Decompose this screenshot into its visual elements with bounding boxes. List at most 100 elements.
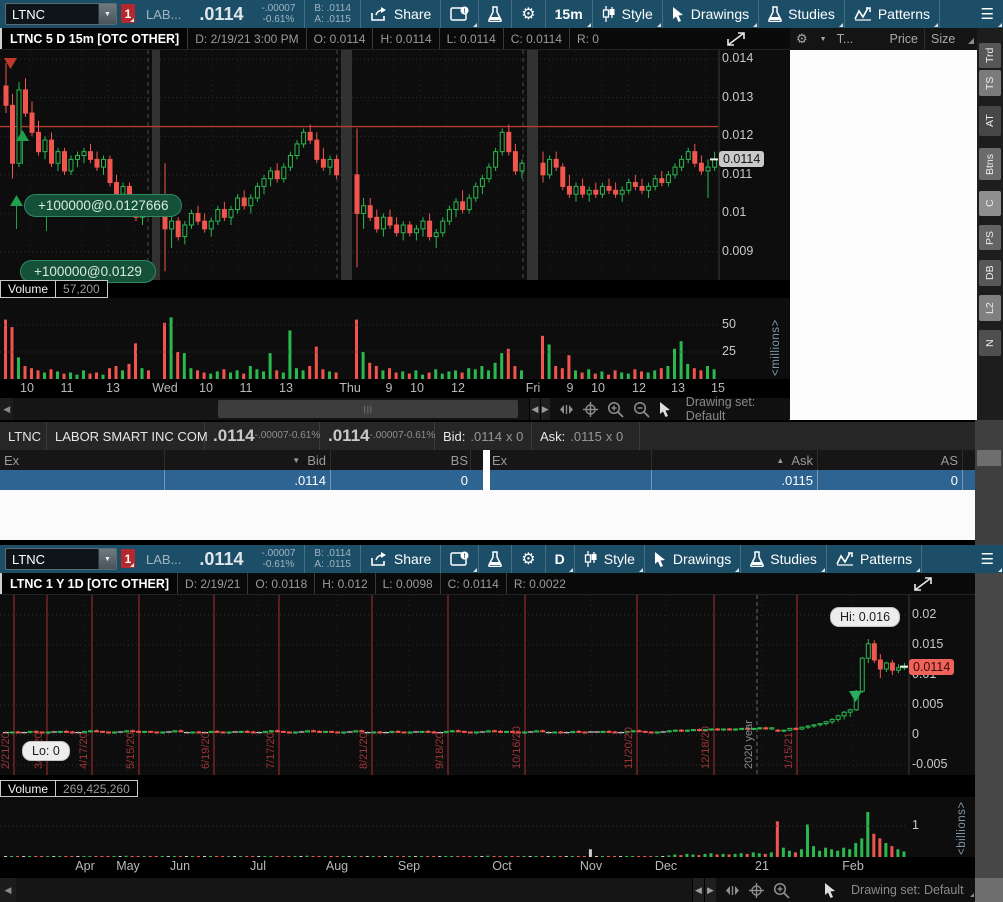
zoom-in-icon-2[interactable] (773, 882, 790, 899)
chart2-expand-icon[interactable] (913, 576, 933, 592)
style-button[interactable]: Style (593, 0, 662, 28)
candle-body (558, 731, 564, 734)
side-tab-n[interactable]: N (979, 330, 1001, 356)
symbol-value[interactable]: LTNC (6, 7, 98, 22)
chart1-scrollbar-thumb[interactable]: ||| (218, 400, 519, 418)
volume-bar (513, 366, 517, 379)
col-size-header[interactable]: Size (925, 32, 977, 46)
symbol-value-2[interactable]: LTNC (6, 552, 98, 567)
chart-menu-button-2[interactable]: ☰ (972, 545, 1003, 573)
timeframe-button[interactable]: 15m (546, 0, 592, 28)
side-tab-c[interactable]: C (979, 191, 1001, 216)
candle-body (281, 166, 287, 180)
col-bs[interactable]: BS (330, 450, 468, 470)
share-button-2[interactable]: Share (361, 545, 440, 573)
volume-bar (368, 362, 372, 379)
volume-bar (633, 369, 637, 379)
candle-body (334, 158, 340, 176)
chart1-scroll-left-arrow[interactable]: ◀ (0, 398, 14, 420)
alert-badge-2[interactable]: 1 (121, 549, 135, 568)
col-ex-right[interactable]: Ex (492, 450, 507, 470)
candle-body (335, 731, 341, 734)
drawings-button-2[interactable]: Drawings (645, 545, 740, 573)
patterns-button[interactable]: Patterns (845, 0, 939, 28)
col-price-header[interactable]: Price (890, 32, 924, 46)
side-tab-ts[interactable]: TS (979, 70, 1001, 96)
side-tab-l2[interactable]: L2 (979, 295, 1001, 321)
chart1-volume-canvas[interactable] (0, 298, 790, 379)
chart2-volume-area[interactable]: 1 (0, 797, 975, 857)
alert-badge[interactable]: 1 (121, 4, 135, 23)
symbol-input-2[interactable]: LTNC ▼ (5, 548, 117, 570)
chart2-scroll-step-right[interactable]: ▶ (704, 878, 716, 902)
style-button-2[interactable]: Style (575, 545, 644, 573)
side-tab-trd[interactable]: Trd (979, 43, 1001, 68)
timeframe-button-2[interactable]: D (546, 545, 574, 573)
pointer-tool-icon-2[interactable] (824, 882, 837, 898)
times-sales-body[interactable] (790, 50, 977, 420)
notes-button-2[interactable]: ! (441, 545, 478, 573)
symbol-dropdown-arrow-2[interactable]: ▼ (98, 549, 116, 569)
chart1-scrollbar-track[interactable]: ||| (13, 398, 530, 420)
chart1-expand-icon[interactable] (726, 31, 746, 47)
ask-value: A: .0115 (314, 14, 351, 25)
crosshair-icon[interactable] (582, 401, 598, 417)
analyze-button-2[interactable] (479, 545, 511, 573)
candle-body (15, 731, 21, 734)
zoom-out-icon[interactable] (633, 401, 650, 418)
studies-button-2[interactable]: Studies (741, 545, 826, 573)
chart2-volume-canvas[interactable] (0, 797, 975, 857)
analyze-button[interactable] (479, 0, 511, 28)
chart1-volume-area[interactable]: 50 25 (0, 298, 790, 379)
symbol-dropdown-arrow[interactable]: ▼ (98, 4, 116, 24)
volume-bar (467, 368, 471, 379)
studies-flask-icon (768, 6, 783, 22)
notes-button[interactable]: ! (441, 0, 478, 28)
volume-bar (134, 343, 137, 379)
symbol-input[interactable]: LTNC ▼ (5, 3, 117, 25)
col-as[interactable]: AS (817, 450, 958, 470)
zoom-in-icon[interactable] (607, 401, 624, 418)
chart-menu-button[interactable]: ☰ (972, 0, 1003, 28)
studies-button[interactable]: Studies (759, 0, 844, 28)
chart2-scroll-left-arrow[interactable]: ◀ (0, 878, 16, 902)
bottom-right-resize-box[interactable] (975, 878, 1003, 902)
side-tab-db[interactable]: DB (979, 260, 1001, 286)
side-tab-ps[interactable]: PS (979, 225, 1001, 250)
volume-bar (878, 838, 882, 857)
candle-body (274, 730, 280, 733)
col-bid[interactable]: ▼ Bid (164, 450, 326, 470)
chart1-candlestick-canvas[interactable] (0, 50, 790, 280)
pointer-tool-icon[interactable] (659, 401, 672, 417)
settings-button[interactable]: ⚙ (512, 0, 544, 28)
share-button[interactable]: Share (361, 0, 440, 28)
col-ex-left[interactable]: Ex (4, 450, 19, 470)
pan-icon[interactable] (559, 404, 574, 415)
panel-gear-icon[interactable]: ⚙ (790, 31, 814, 47)
chart2-drawing-set[interactable]: Drawing set: Default (851, 883, 974, 897)
candle-body (632, 182, 638, 187)
candle-body (473, 185, 479, 199)
volume-bar (500, 353, 504, 379)
chart1-scroll-step-right[interactable]: ▶ (539, 398, 550, 420)
panel-dropdown-icon[interactable]: ▼ (814, 36, 833, 43)
chart2-price-area[interactable]: 0.02 0.015 0.01 0.005 0 -0.005 2/21/20 3/20/20 4… (0, 595, 975, 775)
crosshair-icon-2[interactable] (749, 882, 764, 898)
chart1-scroll-step-left[interactable]: ◀ (529, 398, 540, 420)
chart1-price-area[interactable]: 0.014 0.013 0.012 0.011 0.01 0.009 0.0114 +1000… (0, 50, 790, 283)
col-ask[interactable]: ▲ Ask (651, 450, 813, 470)
side-tab-at[interactable]: AT (979, 106, 1001, 136)
pan-icon-2[interactable] (725, 885, 740, 896)
chart2-scroll-step-left[interactable]: ◀ (692, 878, 704, 902)
level2-empty-body[interactable] (0, 490, 975, 540)
drawings-button[interactable]: Drawings (663, 0, 758, 28)
chart2-candlestick-canvas[interactable] (0, 595, 975, 775)
col-time-header[interactable]: T... (833, 32, 858, 46)
volume-bar (884, 843, 888, 857)
settings-button-2[interactable]: ⚙ (512, 545, 544, 573)
chart1-drawing-set[interactable]: Drawing set: Default (686, 395, 791, 423)
patterns-button-2[interactable]: Patterns (827, 545, 921, 573)
chart2-scrollbar-track[interactable] (16, 878, 692, 902)
volume-bar (49, 369, 53, 379)
side-tab-btns[interactable]: Btns (979, 148, 1001, 180)
